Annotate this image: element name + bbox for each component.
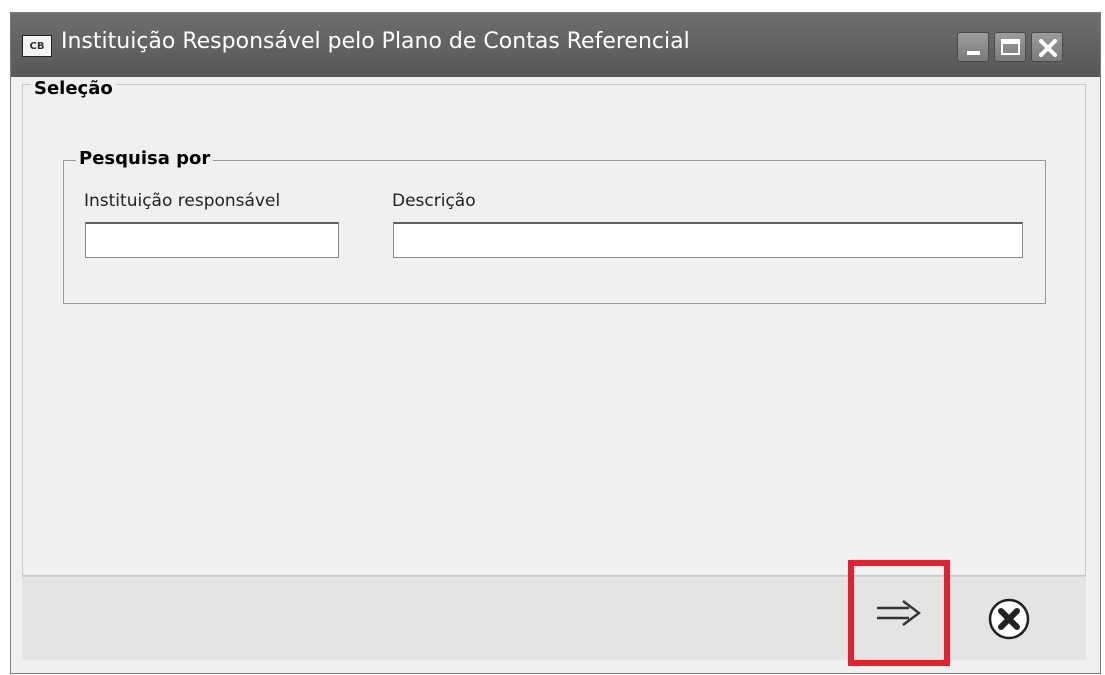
app-icon: CB (22, 35, 52, 57)
maximize-icon (1001, 39, 1020, 55)
cancel-x-icon (988, 598, 1030, 640)
minimize-button[interactable] (957, 32, 989, 62)
selection-legend: Seleção (31, 78, 116, 99)
description-label: Descrição (392, 191, 476, 211)
minimize-icon (967, 51, 980, 55)
maximize-button[interactable] (994, 32, 1026, 62)
description-input[interactable] (393, 222, 1023, 258)
next-button[interactable] (848, 560, 950, 666)
close-icon (1039, 39, 1057, 57)
arrow-right-icon (877, 600, 921, 626)
window-title: Instituição Responsável pelo Plano de Co… (61, 29, 690, 54)
title-bar[interactable]: CB Instituição Responsável pelo Plano de… (11, 13, 1100, 77)
cancel-button[interactable] (982, 592, 1036, 646)
search-legend: Pesquisa por (76, 148, 214, 169)
institution-label: Instituição responsável (84, 191, 281, 211)
close-button[interactable] (1031, 32, 1063, 62)
institution-input[interactable] (85, 222, 339, 258)
